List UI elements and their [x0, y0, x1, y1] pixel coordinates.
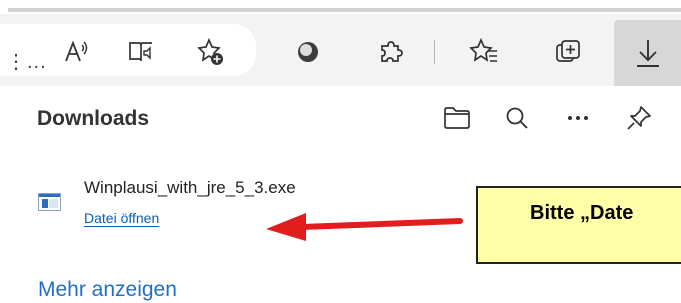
downloads-title: Downloads: [37, 107, 150, 130]
annotation-arrow: [266, 213, 463, 241]
favorites-icon[interactable]: [466, 34, 502, 70]
open-folder-icon[interactable]: [440, 101, 474, 135]
callout-text: Bitte „Date: [530, 202, 634, 224]
window-top-strip: [0, 0, 681, 14]
pin-icon[interactable]: [622, 101, 656, 135]
add-favorite-icon[interactable]: [193, 34, 229, 70]
read-aloud-icon[interactable]: [58, 34, 94, 70]
instruction-callout: Bitte „Date: [476, 186, 681, 264]
immersive-reader-icon[interactable]: [123, 34, 159, 70]
show-more-link[interactable]: Mehr anzeigen: [38, 278, 177, 302]
browser-toolbar: ⋮...: [0, 14, 681, 86]
search-icon[interactable]: [500, 101, 534, 135]
toolbar-separator: [434, 40, 435, 64]
exe-file-icon: [38, 193, 61, 211]
download-file-name: Winplausi_with_jre_5_3.exe: [84, 178, 296, 197]
downloads-button[interactable]: [614, 20, 681, 86]
collections-icon[interactable]: [550, 34, 586, 70]
open-file-link[interactable]: Datei öffnen: [84, 210, 159, 226]
top-divider: [8, 8, 681, 12]
more-options-icon[interactable]: [561, 101, 595, 135]
extension-circle-icon[interactable]: [290, 34, 326, 70]
extensions-icon[interactable]: [373, 34, 409, 70]
address-overflow: ⋮...: [6, 51, 47, 73]
